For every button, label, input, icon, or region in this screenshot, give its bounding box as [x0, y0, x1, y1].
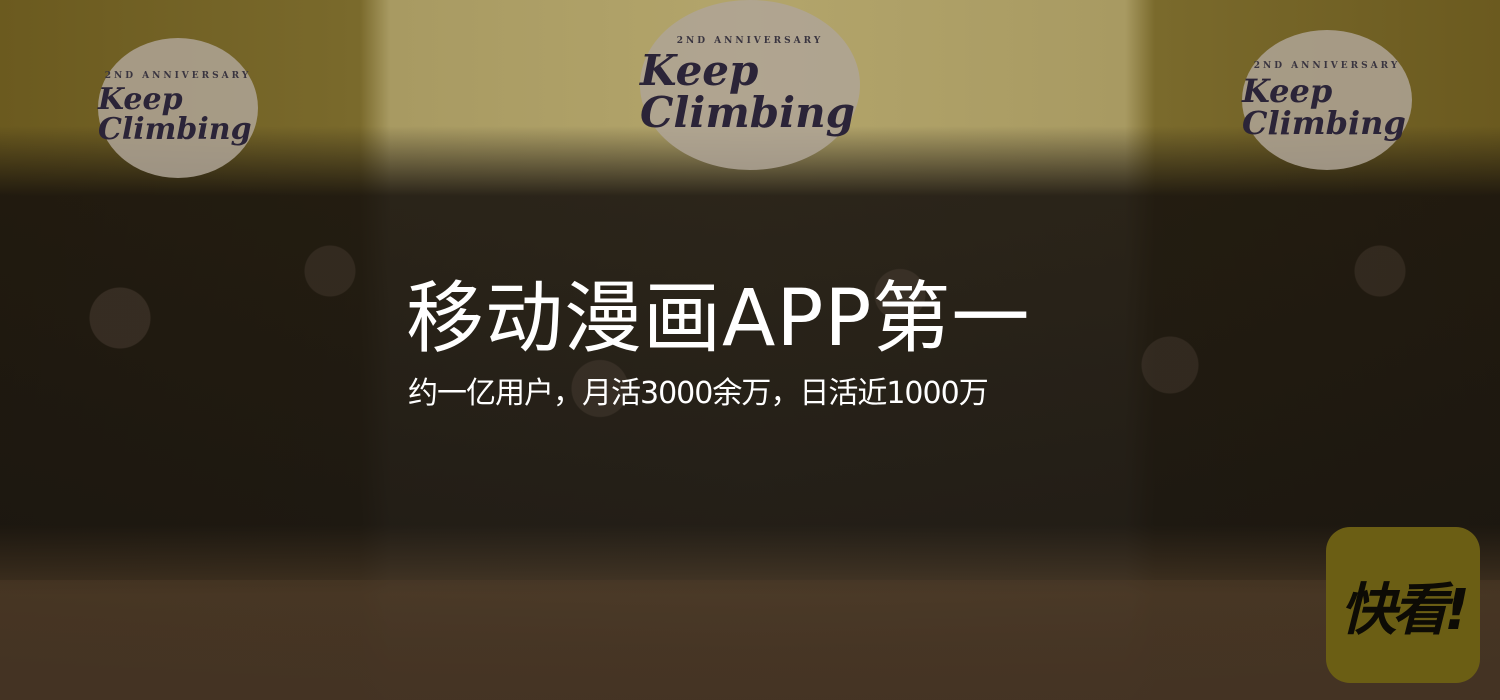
- floor: [0, 580, 1500, 700]
- banner-title: 移动漫画APP第一: [406, 274, 1031, 364]
- banner-subtitle: 约一亿用户，月活3000余万，日活近1000万: [408, 376, 989, 411]
- anniversary-text: 2ND ANNIVERSARY: [104, 70, 252, 81]
- keep-climbing-logo-center: 2ND ANNIVERSARY Keep Climbing: [640, 0, 860, 170]
- keep-climbing-logo-left: 2ND ANNIVERSARY Keep Climbing: [98, 38, 258, 178]
- keep-climbing-text: Keep Climbing: [1242, 71, 1406, 142]
- kuaikan-app-logo: 快看!: [1326, 527, 1480, 683]
- anniversary-text: 2ND ANNIVERSARY: [676, 35, 824, 46]
- app-logo-text: 快看!: [1340, 577, 1470, 643]
- keep-climbing-text: Keep Climbing: [640, 45, 856, 137]
- anniversary-text: 2ND ANNIVERSARY: [1253, 60, 1401, 71]
- keep-climbing-logo-right: 2ND ANNIVERSARY Keep Climbing: [1242, 30, 1412, 170]
- keep-climbing-text: Keep Climbing: [98, 81, 252, 147]
